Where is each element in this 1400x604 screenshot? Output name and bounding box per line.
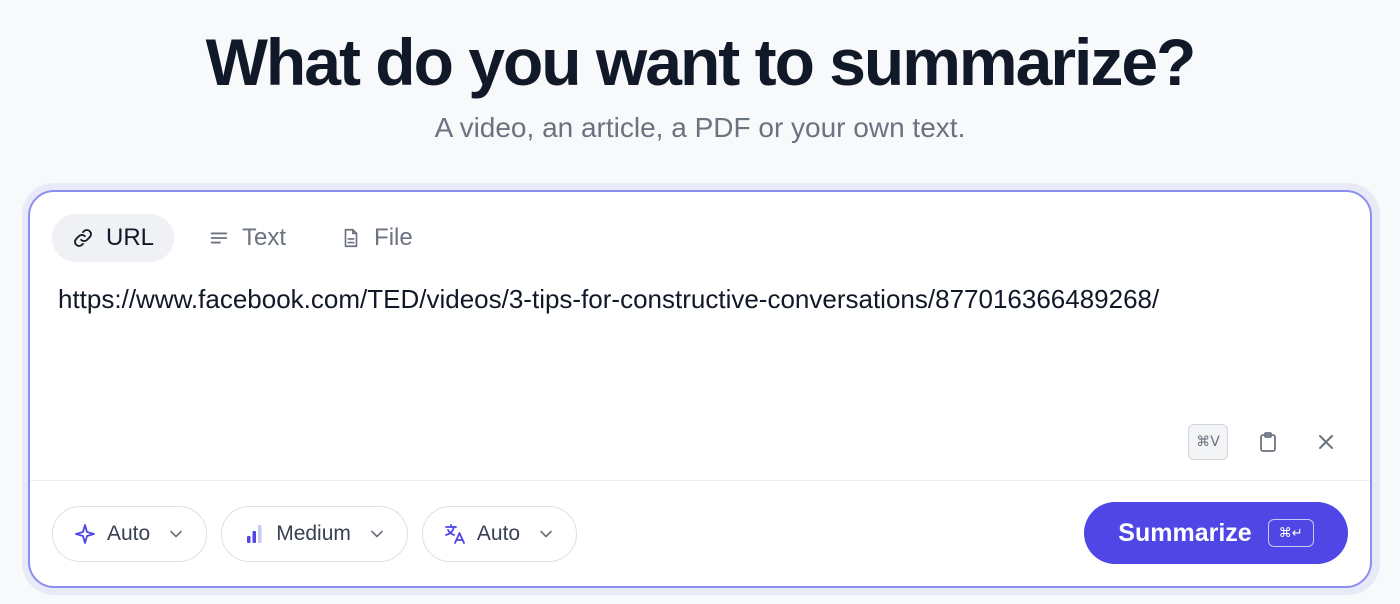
mode-select[interactable]: Auto [52,506,208,562]
page-subtitle: A video, an article, a PDF or your own t… [434,112,966,143]
file-icon [344,228,358,248]
input-tools: ⌘V [1188,424,1344,460]
summarize-page: What do you want to summarize? A video, … [0,0,1400,604]
summarize-label: Summarize [1118,518,1252,547]
link-icon [74,229,92,247]
mode-label: Auto [107,522,151,545]
clipboard-icon [1260,432,1276,452]
url-input[interactable] [58,284,1338,315]
chevron-down-icon [371,530,383,538]
length-select[interactable]: Medium [221,506,408,562]
tab-file[interactable]: File [320,214,433,262]
summarize-button[interactable]: Summarize ⌘↵ [1084,502,1348,564]
tab-url[interactable]: URL [52,214,175,262]
translate-icon [445,524,465,544]
page-title: What do you want to summarize? [205,25,1197,99]
divider [30,480,1370,481]
tab-file-label: File [374,224,413,251]
source-tabs: URL Text File [52,214,433,264]
tab-text[interactable]: Text [188,214,306,262]
tab-url-label: URL [106,224,155,251]
language-select[interactable]: Auto [421,506,578,562]
lines-icon [210,232,228,244]
language-label: Auto [476,522,521,545]
tab-text-label: Text [242,224,287,251]
options-bar: Auto Medium Auto [52,506,578,562]
submit-shortcut-badge: ⌘↵ [1267,519,1314,547]
input-card: URL Text File https://www.facebook.com/T… [28,190,1372,588]
length-label: Medium [276,522,351,545]
paste-shortcut-badge: ⌘V [1188,424,1228,460]
sparkle-icon [75,524,95,544]
close-icon [1319,435,1333,449]
clear-button[interactable] [1308,424,1344,460]
bars-icon [247,525,262,543]
chevron-down-icon [540,530,552,538]
chevron-down-icon [170,530,183,538]
paste-button[interactable] [1250,424,1286,460]
